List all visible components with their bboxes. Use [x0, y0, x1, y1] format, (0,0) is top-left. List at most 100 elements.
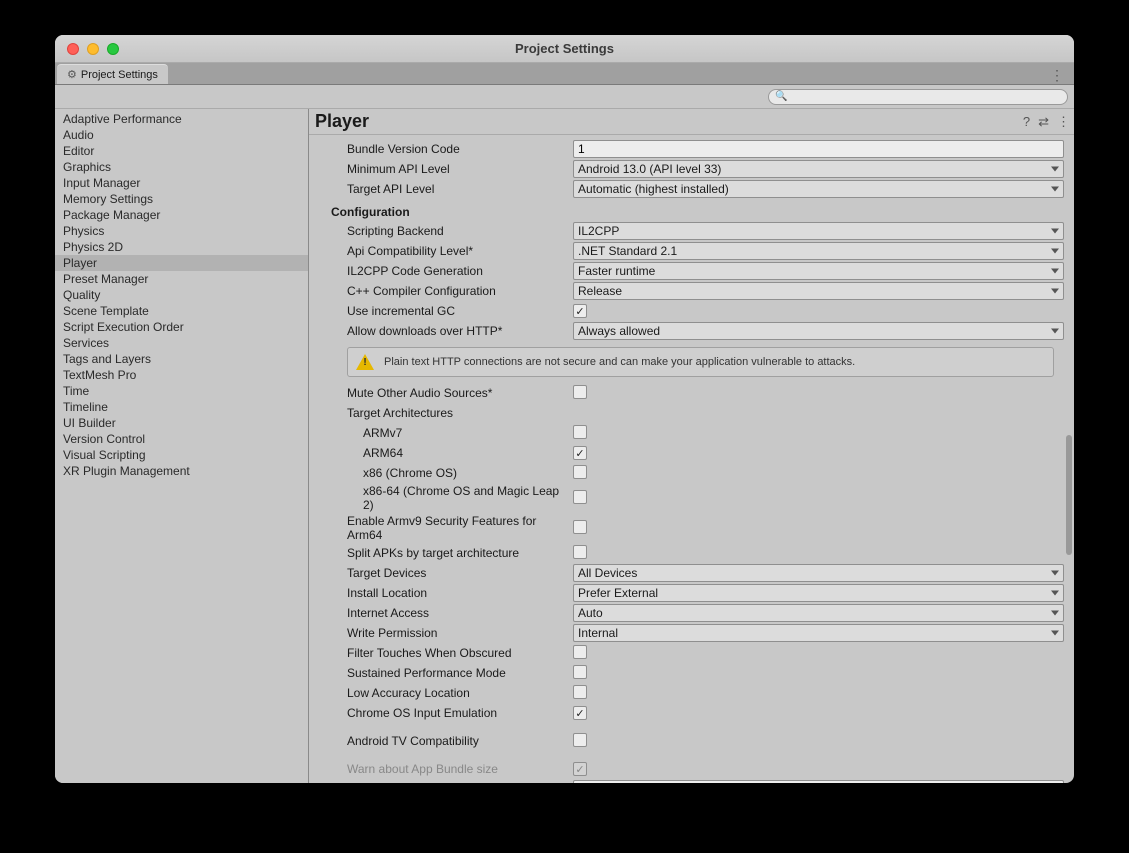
sidebar-item-scene-template[interactable]: Scene Template: [55, 303, 308, 319]
sidebar-item-quality[interactable]: Quality: [55, 287, 308, 303]
bundle-version-code-input[interactable]: [573, 140, 1064, 158]
sidebar-item-preset-manager[interactable]: Preset Manager: [55, 271, 308, 287]
low-accuracy-label: Low Accuracy Location: [347, 686, 573, 700]
tab-menu-icon[interactable]: ⋮: [1040, 67, 1074, 84]
tab-bar: ⚙ Project Settings ⋮: [55, 63, 1074, 85]
arch-arm64-checkbox[interactable]: ✓: [573, 446, 587, 460]
scripting-backend-dropdown[interactable]: IL2CPP: [573, 222, 1064, 240]
help-icon[interactable]: ?: [1023, 114, 1030, 130]
sidebar-item-script-execution-order[interactable]: Script Execution Order: [55, 319, 308, 335]
kebab-icon[interactable]: ⋮: [1057, 114, 1070, 130]
chevron-down-icon: [1051, 631, 1059, 636]
mute-other-audio-checkbox[interactable]: [573, 385, 587, 399]
write-permission-label: Write Permission: [347, 626, 573, 640]
mute-other-audio-label: Mute Other Audio Sources*: [347, 386, 573, 400]
api-compat-label: Api Compatibility Level*: [347, 244, 573, 258]
min-api-label: Minimum API Level: [347, 162, 573, 176]
incremental-gc-checkbox[interactable]: ✓: [573, 304, 587, 318]
chromeos-input-checkbox[interactable]: ✓: [573, 706, 587, 720]
sidebar-item-graphics[interactable]: Graphics: [55, 159, 308, 175]
chromeos-input-label: Chrome OS Input Emulation: [347, 706, 573, 720]
bundle-threshold-label: App Bundle size threshold: [363, 782, 573, 783]
arch-x86-64-checkbox[interactable]: [573, 490, 587, 504]
project-settings-window: Project Settings ⚙ Project Settings ⋮ 🔍 …: [55, 35, 1074, 783]
arch-arm64-label: ARM64: [363, 446, 573, 460]
sidebar-item-audio[interactable]: Audio: [55, 127, 308, 143]
arch-x86-label: x86 (Chrome OS): [363, 466, 573, 480]
tab-project-settings[interactable]: ⚙ Project Settings: [57, 64, 168, 84]
search-icon: 🔍: [775, 91, 787, 102]
titlebar: Project Settings: [55, 35, 1074, 63]
sidebar-item-timeline[interactable]: Timeline: [55, 399, 308, 415]
chevron-down-icon: [1051, 329, 1059, 334]
sidebar-item-editor[interactable]: Editor: [55, 143, 308, 159]
arch-armv7-label: ARMv7: [363, 426, 573, 440]
allow-http-dropdown[interactable]: Always allowed: [573, 322, 1064, 340]
install-location-label: Install Location: [347, 586, 573, 600]
il2cpp-codegen-label: IL2CPP Code Generation: [347, 264, 573, 278]
api-compat-dropdown[interactable]: .NET Standard 2.1: [573, 242, 1064, 260]
gear-icon: ⚙: [67, 68, 77, 81]
sidebar-item-visual-scripting[interactable]: Visual Scripting: [55, 447, 308, 463]
internet-access-label: Internet Access: [347, 606, 573, 620]
chevron-down-icon: [1051, 249, 1059, 254]
page-title: Player: [315, 111, 369, 132]
sidebar-item-physics-2d[interactable]: Physics 2D: [55, 239, 308, 255]
sustained-perf-label: Sustained Performance Mode: [347, 666, 573, 680]
target-api-label: Target API Level: [347, 182, 573, 196]
arch-x86-64-label: x86-64 (Chrome OS and Magic Leap 2): [363, 484, 573, 512]
sidebar-item-player[interactable]: Player: [55, 255, 308, 271]
chevron-down-icon: [1051, 611, 1059, 616]
warn-bundle-label: Warn about App Bundle size: [347, 762, 573, 776]
target-api-dropdown[interactable]: Automatic (highest installed): [573, 180, 1064, 198]
min-api-dropdown[interactable]: Android 13.0 (API level 33): [573, 160, 1064, 178]
sidebar-item-physics[interactable]: Physics: [55, 223, 308, 239]
low-accuracy-checkbox[interactable]: [573, 685, 587, 699]
chevron-down-icon: [1051, 187, 1059, 192]
sidebar-item-ui-builder[interactable]: UI Builder: [55, 415, 308, 431]
cpp-compiler-label: C++ Compiler Configuration: [347, 284, 573, 298]
settings-sidebar: Adaptive PerformanceAudioEditorGraphicsI…: [55, 109, 309, 783]
target-devices-dropdown[interactable]: All Devices: [573, 564, 1064, 582]
sidebar-item-time[interactable]: Time: [55, 383, 308, 399]
armv9-sec-checkbox[interactable]: [573, 520, 587, 534]
sidebar-item-version-control[interactable]: Version Control: [55, 431, 308, 447]
arch-armv7-checkbox[interactable]: [573, 425, 587, 439]
cpp-compiler-dropdown[interactable]: Release: [573, 282, 1064, 300]
sidebar-item-tags-and-layers[interactable]: Tags and Layers: [55, 351, 308, 367]
search-input[interactable]: 🔍: [768, 89, 1068, 105]
internet-access-dropdown[interactable]: Auto: [573, 604, 1064, 622]
android-tv-label: Android TV Compatibility: [347, 734, 573, 748]
scrollbar[interactable]: [1066, 435, 1072, 555]
sidebar-item-memory-settings[interactable]: Memory Settings: [55, 191, 308, 207]
split-apk-checkbox[interactable]: [573, 545, 587, 559]
configuration-heading: Configuration: [325, 199, 1064, 221]
target-arch-label: Target Architectures: [347, 406, 573, 420]
http-warning-text: Plain text HTTP connections are not secu…: [384, 356, 855, 368]
chevron-down-icon: [1051, 167, 1059, 172]
filter-touches-checkbox[interactable]: [573, 645, 587, 659]
sidebar-item-textmesh-pro[interactable]: TextMesh Pro: [55, 367, 308, 383]
main-panel: Player ? ⇄ ⋮ Bundle Version Code Minimum…: [309, 109, 1074, 783]
sidebar-item-xr-plugin-management[interactable]: XR Plugin Management: [55, 463, 308, 479]
chevron-down-icon: [1051, 269, 1059, 274]
chevron-down-icon: [1051, 571, 1059, 576]
sidebar-item-package-manager[interactable]: Package Manager: [55, 207, 308, 223]
warn-bundle-checkbox: ✓: [573, 762, 587, 776]
sustained-perf-checkbox[interactable]: [573, 665, 587, 679]
scripting-backend-label: Scripting Backend: [347, 224, 573, 238]
install-location-dropdown[interactable]: Prefer External: [573, 584, 1064, 602]
window-title: Project Settings: [55, 41, 1074, 56]
android-tv-checkbox[interactable]: [573, 733, 587, 747]
presets-icon[interactable]: ⇄: [1038, 114, 1049, 130]
arch-x86-checkbox[interactable]: [573, 465, 587, 479]
sidebar-item-services[interactable]: Services: [55, 335, 308, 351]
bundle-threshold-input: [573, 780, 1064, 783]
il2cpp-codegen-dropdown[interactable]: Faster runtime: [573, 262, 1064, 280]
player-settings-content: Bundle Version Code Minimum API Level An…: [309, 135, 1074, 783]
sidebar-item-adaptive-performance[interactable]: Adaptive Performance: [55, 111, 308, 127]
http-warning-box: Plain text HTTP connections are not secu…: [347, 347, 1054, 377]
warning-icon: [356, 354, 374, 370]
write-permission-dropdown[interactable]: Internal: [573, 624, 1064, 642]
sidebar-item-input-manager[interactable]: Input Manager: [55, 175, 308, 191]
